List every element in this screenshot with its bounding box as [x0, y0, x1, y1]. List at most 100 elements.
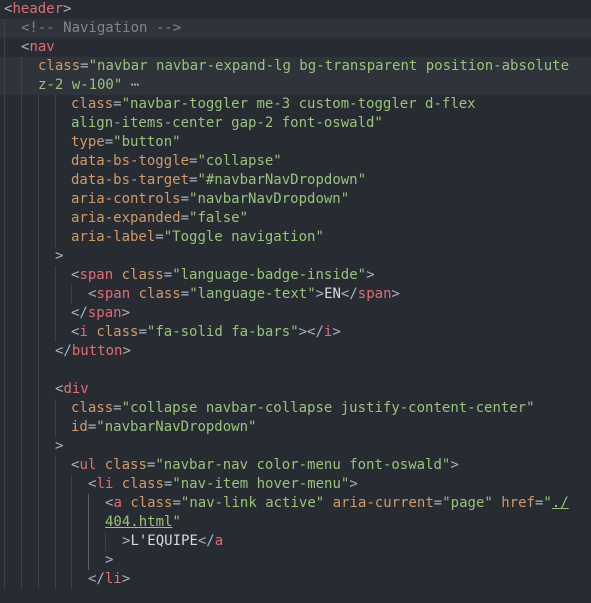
code-content: aria-expanded="false": [71, 209, 248, 228]
punctuation: >: [122, 343, 131, 359]
code-line[interactable]: id="navbarNavDropdown": [0, 418, 591, 437]
code-line[interactable]: z-2 w-100" ⋯: [0, 76, 591, 95]
attribute-name: class: [138, 286, 181, 302]
indent-guide: [4, 19, 5, 38]
code-content: id="navbarNavDropdown": [71, 418, 256, 437]
indent-guide: [55, 532, 56, 551]
punctuation: =: [138, 324, 147, 340]
code-line[interactable]: data-bs-target="#navbarNavDropdown": [0, 171, 591, 190]
link-path: ./: [551, 495, 569, 511]
code-line[interactable]: data-bs-toggle="collapse": [0, 152, 591, 171]
code-line[interactable]: <span class="language-badge-inside">: [0, 266, 591, 285]
attribute-name: aria-label: [71, 229, 156, 245]
attribute-name: data-bs-target: [71, 172, 190, 188]
indent-guide: [38, 494, 39, 513]
tag-name: a: [113, 495, 122, 511]
indent-guide: [55, 152, 56, 171]
indent-guide: [21, 494, 22, 513]
code-content: class="collapse navbar-collapse justify-…: [71, 399, 535, 418]
indent-guide: [38, 95, 39, 114]
indent-guide: [38, 285, 39, 304]
code-line[interactable]: >L'EQUIPE</a: [0, 532, 591, 551]
code-line[interactable]: </span>: [0, 304, 591, 323]
code-content: type="button": [71, 133, 181, 152]
code-line[interactable]: 404.html": [0, 513, 591, 532]
code-line[interactable]: </li>: [0, 570, 591, 589]
indent-guide: [38, 190, 39, 209]
indent-guide: [38, 361, 39, 380]
code-line[interactable]: <nav: [0, 38, 591, 57]
punctuation: >: [332, 324, 341, 340]
indent-guide: [38, 418, 39, 437]
code-line[interactable]: <!-- Navigation -->: [0, 19, 591, 38]
indent-guide: [21, 342, 22, 361]
attribute-name: data-bs-toggle: [71, 153, 190, 169]
indent-guide: [4, 399, 5, 418]
attribute-name: type: [71, 134, 105, 150]
text-content: L'EQUIPE: [130, 533, 198, 549]
code-line[interactable]: type="button": [0, 133, 591, 152]
code-line[interactable]: align-items-center gap-2 font-oswald": [0, 114, 591, 133]
code-line[interactable]: class="navbar-toggler me-3 custom-toggle…: [0, 95, 591, 114]
attribute-name: class: [71, 96, 114, 112]
code-content: <li class="nav-item hover-menu">: [88, 475, 358, 494]
indent-guide: [38, 570, 39, 589]
punctuation: ></: [298, 324, 324, 340]
string-value: "button": [113, 134, 181, 150]
code-line[interactable]: >: [0, 247, 591, 266]
tag-name: span: [96, 286, 131, 302]
code-line[interactable]: aria-expanded="false": [0, 209, 591, 228]
fold-ellipsis-icon[interactable]: ⋯: [122, 77, 139, 93]
indent-guide: [55, 114, 56, 133]
indent-guide: [21, 228, 22, 247]
indent-guide: [55, 266, 56, 285]
code-content: z-2 w-100" ⋯: [38, 76, 139, 95]
indent-guide: [55, 133, 56, 152]
punctuation: =: [433, 495, 443, 511]
punctuation: =: [113, 96, 122, 112]
code-line[interactable]: class="collapse navbar-collapse justify-…: [0, 399, 591, 418]
punctuation: >: [349, 476, 358, 492]
code-editor[interactable]: <header> <!-- Navigation --> <nav class="na…: [0, 0, 591, 603]
code-line[interactable]: aria-controls="navbarNavDropdown": [0, 190, 591, 209]
indent-guide: [21, 418, 22, 437]
code-line[interactable]: aria-label="Toggle navigation": [0, 228, 591, 247]
code-content: <ul class="navbar-nav color-menu font-os…: [71, 456, 459, 475]
indent-guide: [55, 190, 56, 209]
code-line[interactable]: <header>: [0, 0, 591, 19]
indent-guide: [4, 133, 5, 152]
code-line[interactable]: [0, 361, 591, 380]
indent-guide: [4, 38, 5, 57]
punctuation: =: [180, 210, 190, 226]
indent-guide: [21, 285, 22, 304]
code-line[interactable]: >: [0, 437, 591, 456]
code-content: <a class="nav-link active" aria-current=…: [105, 494, 569, 513]
code-line[interactable]: <a class="nav-link active" aria-current=…: [0, 494, 591, 513]
indent-guide: [55, 95, 56, 114]
code-line[interactable]: <i class="fa-solid fa-bars"></i>: [0, 323, 591, 342]
indent-guide: [55, 323, 56, 342]
code-content: aria-controls="navbarNavDropdown": [71, 190, 349, 209]
indent-guide: [4, 304, 5, 323]
tag-name: ul: [79, 457, 97, 473]
attribute-name: aria-controls: [71, 191, 181, 207]
code-line[interactable]: <li class="nav-item hover-menu">: [0, 475, 591, 494]
code-line[interactable]: <span class="language-text">EN</span>: [0, 285, 591, 304]
text-content: [96, 457, 104, 473]
indent-guide: [38, 342, 39, 361]
punctuation: >: [63, 1, 72, 17]
code-line[interactable]: <div: [0, 380, 591, 399]
indent-guide: [55, 399, 56, 418]
indent-guide: [4, 76, 5, 95]
punctuation: >: [121, 571, 131, 587]
code-line[interactable]: <ul class="navbar-nav color-menu font-os…: [0, 456, 591, 475]
code-line[interactable]: class="navbar navbar-expand-lg bg-transp…: [0, 57, 591, 76]
code-line[interactable]: >: [0, 551, 591, 570]
code-line[interactable]: </button>: [0, 342, 591, 361]
attribute-name: class: [38, 58, 81, 74]
indent-guide: [55, 304, 56, 323]
tag-name: button: [71, 343, 123, 359]
indent-guide: [38, 228, 39, 247]
comment: <!-- Navigation -->: [21, 20, 182, 36]
code-content: </li>: [88, 570, 130, 589]
